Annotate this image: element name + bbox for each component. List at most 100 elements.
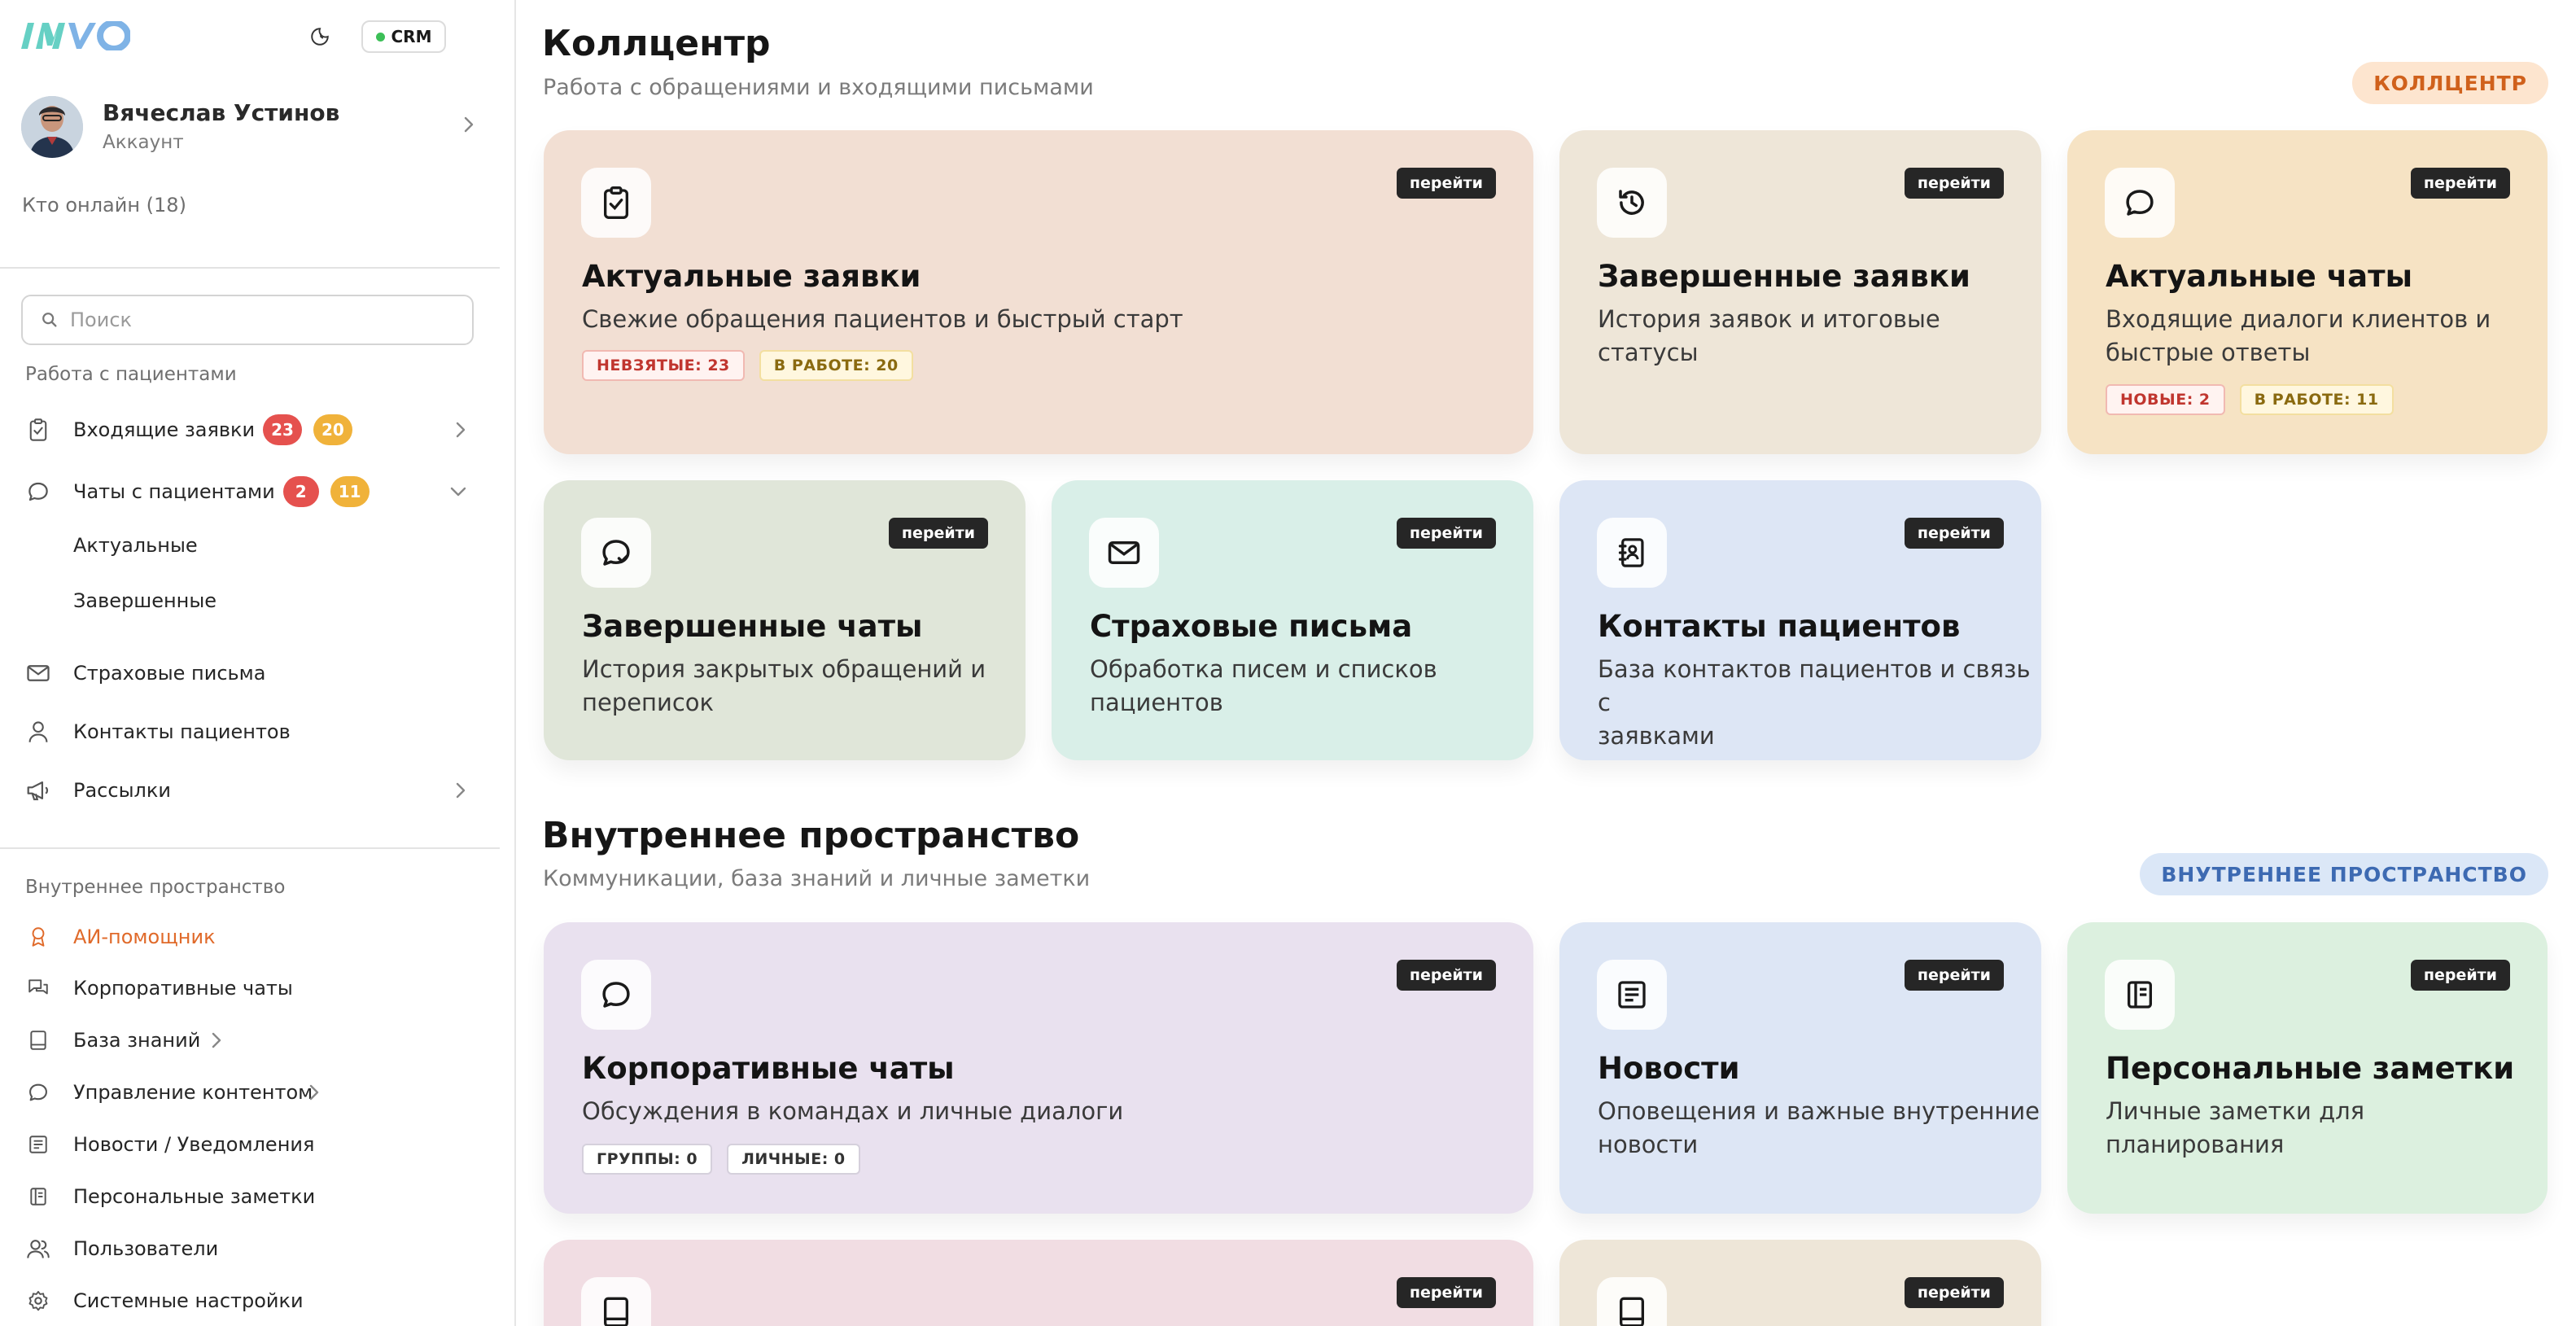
award-icon — [24, 923, 52, 951]
card-title: Корпоративные чаты — [582, 1051, 955, 1086]
sidebar-item-content-management[interactable]: Управление контентом — [24, 1074, 334, 1111]
go-button[interactable]: перейти — [1396, 518, 1496, 549]
chip-personal: ЛИЧНЫЕ: 0 — [727, 1144, 860, 1175]
crm-status-button[interactable]: CRM — [361, 20, 446, 53]
chevron-right-icon[interactable] — [461, 114, 477, 135]
card-news[interactable]: перейти Новости Оповещения и важные внут… — [1559, 922, 2041, 1214]
card-knowledge-partial[interactable]: перейти — [544, 1240, 1533, 1326]
card-chips: НЕВЗЯТЫЕ: 23 В РАБОТЕ: 20 — [582, 350, 913, 381]
go-button[interactable]: перейти — [1904, 168, 2004, 199]
section-title-internal: Внутреннее пространство — [542, 815, 1080, 856]
sidebar-item-label: Чаты с пациентами — [73, 480, 275, 503]
book-icon — [581, 1277, 651, 1326]
sidebar-item-insurance-letters[interactable]: Страховые письма — [24, 654, 480, 692]
card-description: Личные заметки для планирования — [2106, 1097, 2365, 1158]
card-finished-chats[interactable]: перейти Завершенные чаты История закрыты… — [544, 480, 1026, 760]
go-button[interactable]: перейти — [1904, 960, 2004, 991]
card-description: Оповещения и важные внутренние новости — [1598, 1095, 2040, 1162]
book-icon — [1597, 1277, 1667, 1326]
sidebar-item-mailings[interactable]: Рассылки — [24, 772, 480, 809]
card-description-line: быстрые ответы — [2106, 339, 2311, 366]
chip-in-work: В РАБОТЕ: 20 — [759, 350, 913, 381]
go-button[interactable]: перейти — [1396, 1277, 1496, 1308]
card-personal-notes[interactable]: перейти Персональные заметки Личные заме… — [2067, 922, 2548, 1214]
search-box[interactable] — [21, 295, 474, 345]
chip-in-work: В РАБОТЕ: 11 — [2239, 384, 2394, 415]
go-button[interactable]: перейти — [1396, 168, 1496, 199]
sidebar-item-corporate-chats[interactable]: Корпоративные чаты — [24, 969, 480, 1007]
card-title: Страховые письма — [1090, 609, 1413, 644]
sidebar-item-label: Пользователи — [73, 1237, 219, 1260]
profile-name: Вячеслав Устинов — [103, 99, 340, 126]
main-content: Коллцентр Работа с обращениями и входящи… — [516, 0, 2576, 1326]
card-description: Входящие диалоги клиентов и быстрые отве… — [2106, 303, 2491, 370]
sidebar-item-news[interactable]: Новости / Уведомления — [24, 1126, 480, 1163]
sidebar-item-patient-contacts[interactable]: Контакты пациентов — [24, 713, 480, 751]
sidebar-item-system-settings[interactable]: Системные настройки — [24, 1282, 480, 1319]
user-icon — [24, 718, 52, 746]
section-label-patients: Работа с пациентами — [25, 364, 237, 385]
sidebar-item-patient-chats[interactable]: Чаты с пациентами 2 11 — [24, 473, 480, 510]
gear-icon — [24, 1287, 52, 1315]
card-description: База контактов пациентов и связь с заявк… — [1598, 653, 2041, 753]
sidebar-item-incoming-requests[interactable]: Входящие заявки 23 20 — [24, 411, 480, 449]
section-title-callcenter: Коллцентр — [542, 23, 771, 64]
count-badge-orange: 20 — [313, 414, 352, 445]
chevron-right-icon — [309, 1084, 319, 1101]
card-insurance-letters[interactable]: перейти Страховые письма Обработка писем… — [1052, 480, 1533, 760]
sidebar-item-ai-assistant[interactable]: АИ-помощник — [24, 918, 480, 956]
go-button[interactable]: перейти — [1396, 960, 1496, 991]
sidebar-item-personal-notes[interactable]: Персональные заметки — [24, 1178, 480, 1215]
newspaper-icon — [1597, 960, 1667, 1030]
megaphone-icon — [24, 777, 52, 804]
search-input[interactable] — [70, 309, 453, 331]
card-title: Персональные заметки — [2106, 1051, 2515, 1086]
count-badge-red: 23 — [263, 414, 302, 445]
card-content-partial[interactable]: перейти — [1559, 1240, 2041, 1326]
section-tag-callcenter: КОЛЛЦЕНТР — [2352, 62, 2548, 104]
chat-check-icon — [581, 518, 651, 588]
sidebar-item-label: Системные настройки — [73, 1289, 304, 1312]
account-profile[interactable]: Вячеслав Устинов Аккаунт — [21, 93, 477, 161]
card-title: Актуальные заявки — [582, 259, 921, 294]
card-chips: ГРУППЫ: 0 ЛИЧНЫЕ: 0 — [582, 1144, 860, 1175]
card-description: Свежие обращения пациентов и быстрый ста… — [582, 305, 1183, 333]
go-button[interactable]: перейти — [2410, 960, 2510, 991]
chat-bubble-icon — [24, 1079, 52, 1106]
card-patient-contacts[interactable]: перейти Контакты пациентов База контакто… — [1559, 480, 2041, 760]
card-description-line: База контактов пациентов и связь с — [1598, 655, 2031, 716]
card-description-line: История закрытых обращений и — [582, 655, 986, 683]
go-button[interactable]: перейти — [1904, 518, 2004, 549]
card-title: Контакты пациентов — [1598, 609, 1961, 644]
history-icon — [1597, 168, 1667, 238]
card-title: Актуальные чаты — [2106, 259, 2413, 294]
moon-clock-icon — [311, 28, 329, 46]
section-label-internal: Внутреннее пространство — [25, 877, 286, 898]
sidebar-item-knowledge-base[interactable]: База знаний — [24, 1022, 236, 1059]
card-description-line: Входящие диалоги клиентов и — [2106, 305, 2491, 333]
card-corporate-chats[interactable]: перейти Корпоративные чаты Обсуждения в … — [544, 922, 1533, 1214]
online-dot-icon — [375, 32, 385, 42]
chip-untaken: НЕВЗЯТЫЕ: 23 — [582, 350, 745, 381]
chat-bubble-icon — [24, 478, 52, 505]
count-badge-red: 2 — [282, 476, 319, 507]
sidebar-subitem-finished-chats[interactable]: Завершенные — [73, 589, 216, 612]
go-button[interactable]: перейти — [1904, 1277, 2004, 1308]
card-actual-chats[interactable]: перейти Актуальные чаты Входящие диалоги… — [2067, 130, 2548, 454]
online-users-link[interactable]: Кто онлайн (18) — [22, 194, 186, 217]
sidebar-item-label: Рассылки — [73, 779, 171, 802]
go-button[interactable]: перейти — [888, 518, 988, 549]
sidebar-item-label: Контакты пациентов — [73, 720, 291, 743]
sidebar-subitem-actual-chats[interactable]: Актуальные — [73, 534, 198, 557]
go-button[interactable]: перейти — [2410, 168, 2510, 199]
sidebar-item-users[interactable]: Пользователи — [24, 1230, 480, 1267]
card-description: История заявок и итоговые статусы — [1598, 305, 1940, 366]
imvo-logo[interactable] — [21, 20, 131, 52]
card-actual-requests[interactable]: перейти Актуальные заявки Свежие обращен… — [544, 130, 1533, 454]
clipboard-icon — [24, 416, 52, 444]
envelope-icon — [1089, 518, 1159, 588]
card-finished-requests[interactable]: перейти Завершенные заявки История заяво… — [1559, 130, 2041, 454]
card-title: Завершенные заявки — [1598, 259, 1970, 294]
divider — [0, 267, 500, 269]
theme-toggle-button[interactable] — [304, 21, 335, 52]
